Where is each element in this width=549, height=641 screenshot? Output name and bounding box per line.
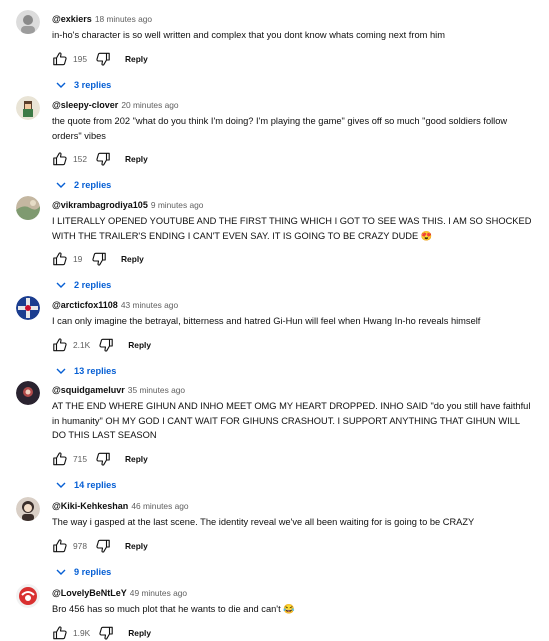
comment-timestamp[interactable]: 46 minutes ago — [131, 501, 188, 511]
thumbs-down-icon[interactable] — [95, 51, 111, 67]
view-replies-button[interactable]: 14 replies — [55, 478, 535, 492]
comment-author[interactable]: @sleepy-clover — [52, 100, 118, 110]
chevron-down-icon — [55, 365, 67, 377]
thumbs-down-icon[interactable] — [95, 151, 111, 167]
replies-count: 2 replies — [74, 180, 112, 190]
comment-body: @LovelyBeNtLeY 49 minutes ago Bro 456 has… — [52, 584, 535, 641]
comment-actions: 978 Reply — [52, 538, 535, 554]
view-replies-button[interactable]: 2 replies — [55, 178, 535, 192]
comment-actions: 715 Reply — [52, 451, 535, 467]
replies-count: 3 replies — [74, 79, 112, 90]
thumbs-down-icon[interactable] — [95, 538, 111, 554]
comment-header: @vikrambagrodiya105 9 minutes ago — [52, 196, 535, 212]
reply-button[interactable]: Reply — [128, 340, 151, 350]
comment-actions: 1.9K Reply — [52, 625, 535, 641]
reply-button[interactable]: Reply — [121, 254, 144, 264]
comment-timestamp[interactable]: 43 minutes ago — [121, 300, 178, 310]
comment-timestamp[interactable]: 20 minutes ago — [121, 100, 178, 110]
replies-count: 2 replies — [74, 280, 112, 290]
thumbs-up-icon[interactable] — [52, 151, 68, 167]
comment-body: @squidgameluvr 35 minutes ago AT THE END … — [52, 381, 535, 492]
comment-text: Bro 456 has so much plot that he wants t… — [52, 604, 295, 614]
thumbs-down-icon[interactable] — [91, 251, 107, 267]
chevron-down-icon — [55, 479, 67, 491]
comment-header: @exkiers 18 minutes ago — [52, 10, 535, 26]
reply-button[interactable]: Reply — [125, 154, 148, 164]
comment-text: AT THE END WHERE GIHUN AND INHO MEET OMG… — [52, 401, 531, 440]
comment-actions: 19 Reply — [52, 251, 535, 267]
avatar[interactable] — [16, 96, 40, 120]
comment-text: in-ho's character is so well written and… — [52, 30, 445, 40]
like-count: 978 — [73, 540, 87, 551]
comment-header: @squidgameluvr 35 minutes ago — [52, 381, 535, 397]
view-replies-button[interactable]: 2 replies — [55, 278, 535, 292]
comment-header: @Kiki-Kehkeshan 46 minutes ago — [52, 497, 535, 513]
like-count: 715 — [73, 453, 87, 464]
comment-body: @vikrambagrodiya105 9 minutes ago I LITER… — [52, 196, 535, 292]
reply-button[interactable]: Reply — [125, 541, 148, 551]
comment-timestamp[interactable]: 9 minutes ago — [151, 200, 204, 210]
comment-author[interactable]: @exkiers — [52, 14, 92, 24]
thumbs-up-icon[interactable] — [52, 625, 68, 641]
thumbs-up-icon[interactable] — [52, 251, 68, 267]
thumbs-up-icon[interactable] — [52, 337, 68, 353]
comment-author[interactable]: @vikrambagrodiya105 — [52, 200, 148, 210]
reply-button[interactable]: Reply — [125, 454, 148, 464]
comment-body: @Kiki-Kehkeshan 46 minutes ago The way i … — [52, 497, 535, 579]
thumbs-down-icon[interactable] — [98, 625, 114, 641]
comment-text: I LITERALLY OPENED YOUTUBE AND THE FIRST… — [52, 216, 532, 241]
avatar[interactable] — [16, 381, 40, 405]
comment-text: The way i gasped at the last scene. The … — [52, 517, 475, 527]
comment-header: @sleepy-clover 20 minutes ago — [52, 96, 535, 112]
thumbs-up-icon[interactable] — [52, 451, 68, 467]
avatar[interactable] — [16, 584, 40, 608]
comment-body: @sleepy-clover 20 minutes ago the quote f… — [52, 96, 535, 192]
comment-header: @LovelyBeNtLeY 49 minutes ago — [52, 584, 535, 600]
replies-count: 14 replies — [74, 479, 117, 490]
like-count: 1.9K — [73, 627, 91, 638]
avatar[interactable] — [16, 296, 40, 320]
like-count: 19 — [73, 254, 83, 264]
comment-text: I can only imagine the betrayal, bittern… — [52, 316, 481, 326]
avatar[interactable] — [16, 497, 40, 521]
thumbs-up-icon[interactable] — [52, 51, 68, 67]
reply-button[interactable]: Reply — [128, 628, 151, 638]
comment-author[interactable]: @arcticfox1108 — [52, 300, 118, 310]
thumbs-down-icon[interactable] — [95, 451, 111, 467]
comment-actions: 195 Reply — [52, 51, 535, 67]
comment-body: @arcticfox1108 43 minutes ago I can only … — [52, 296, 535, 378]
replies-count: 9 replies — [74, 566, 112, 577]
view-replies-button[interactable]: 13 replies — [55, 364, 535, 378]
comment-author[interactable]: @Kiki-Kehkeshan — [52, 501, 128, 511]
comment-timestamp[interactable]: 35 minutes ago — [128, 385, 185, 395]
comments-section: @exkiers 18 minutes ago in-ho's character… — [0, 0, 549, 640]
comment-author[interactable]: @LovelyBeNtLeY — [52, 588, 127, 598]
comment-author[interactable]: @squidgameluvr — [52, 385, 125, 395]
thumbs-up-icon[interactable] — [52, 538, 68, 554]
comment-text: the quote from 202 "what do you think I'… — [52, 116, 508, 141]
comment-timestamp[interactable]: 49 minutes ago — [130, 588, 187, 598]
chevron-down-icon — [55, 79, 67, 91]
avatar[interactable] — [16, 196, 40, 220]
view-replies-button[interactable]: 9 replies — [55, 565, 535, 579]
avatar[interactable] — [16, 10, 40, 34]
replies-count: 13 replies — [74, 365, 117, 376]
comment-body: @exkiers 18 minutes ago in-ho's character… — [52, 10, 535, 92]
view-replies-button[interactable]: 3 replies — [55, 78, 535, 92]
reply-button[interactable]: Reply — [125, 54, 148, 64]
like-count: 195 — [73, 53, 87, 64]
chevron-down-icon — [55, 566, 67, 578]
comment-actions: 2.1K Reply — [52, 337, 535, 353]
comment-timestamp[interactable]: 18 minutes ago — [95, 14, 152, 24]
thumbs-down-icon[interactable] — [98, 337, 114, 353]
like-count: 2.1K — [73, 339, 91, 350]
comment-header: @arcticfox1108 43 minutes ago — [52, 296, 535, 312]
chevron-down-icon — [55, 279, 67, 291]
comment-actions: 152 Reply — [52, 151, 535, 167]
like-count: 152 — [73, 154, 87, 164]
chevron-down-icon — [55, 179, 67, 191]
